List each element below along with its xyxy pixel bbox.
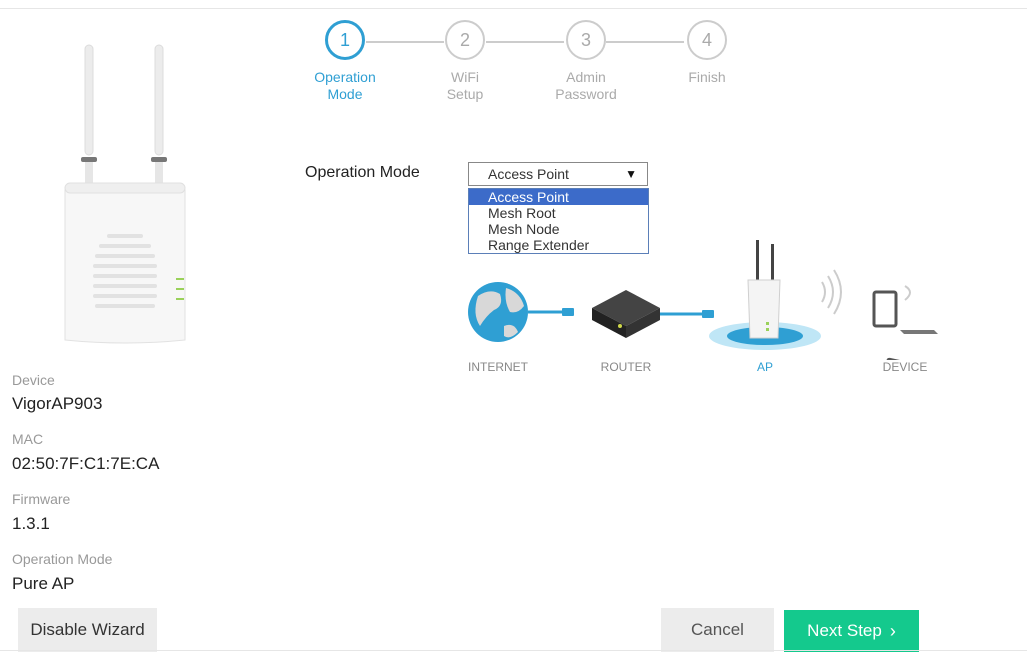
device-label: DEVICE [882,360,928,374]
operation-mode-select[interactable]: Access Point ▼ [468,162,648,186]
devices-icon [872,285,940,360]
step-operation-mode: 1 Operation Mode [300,20,390,103]
router-label: ROUTER [600,360,652,374]
dropdown-arrow-icon[interactable]: ▼ [625,163,637,185]
firmware-value: 1.3.1 [12,514,50,533]
option-mesh-root[interactable]: Mesh Root [469,205,648,221]
device-label: Device [12,372,55,388]
access-point-icon [747,240,781,339]
network-diagram [468,240,940,360]
operation-mode-label: Operation Mode [305,164,420,181]
mac-label: MAC [12,431,44,447]
chevron-right-icon: › [889,620,896,641]
step-admin-password: 3 Admin Password [541,20,631,103]
router-icon [592,290,660,338]
firmware-label: Firmware [12,491,71,507]
next-step-button[interactable]: Next Step › [784,610,919,652]
step-number: 2 [445,20,485,60]
top-divider [0,8,1027,9]
mac-value: 02:50:7F:C1:7E:CA [12,454,160,473]
ap-label: AP [756,360,773,374]
wifi-signal-icon [821,269,842,315]
step-wifi-setup: 2 WiFi Setup [420,20,510,103]
bottom-divider [0,650,1027,651]
globe-icon [468,282,528,342]
operation-mode-info-value: Pure AP [12,574,75,593]
next-step-label: Next Step [807,621,882,640]
device-value: VigorAP903 [12,394,103,413]
access-point-image [64,44,186,344]
step-number: 4 [687,20,727,60]
selected-value: Access Point [488,166,569,182]
step-label: Finish [688,69,726,85]
option-access-point[interactable]: Access Point [469,189,648,205]
operation-mode-info-label: Operation Mode [12,551,113,567]
step-number: 1 [325,20,365,60]
step-label: Operation Mode [314,69,376,102]
step-number: 3 [566,20,606,60]
step-label: WiFi Setup [446,69,484,102]
disable-wizard-button[interactable]: Disable Wizard [18,608,157,652]
step-label: Admin Password [555,69,617,102]
internet-label: INTERNET [468,360,528,374]
cancel-button[interactable]: Cancel [661,608,774,652]
step-finish: 4 Finish [662,20,752,86]
